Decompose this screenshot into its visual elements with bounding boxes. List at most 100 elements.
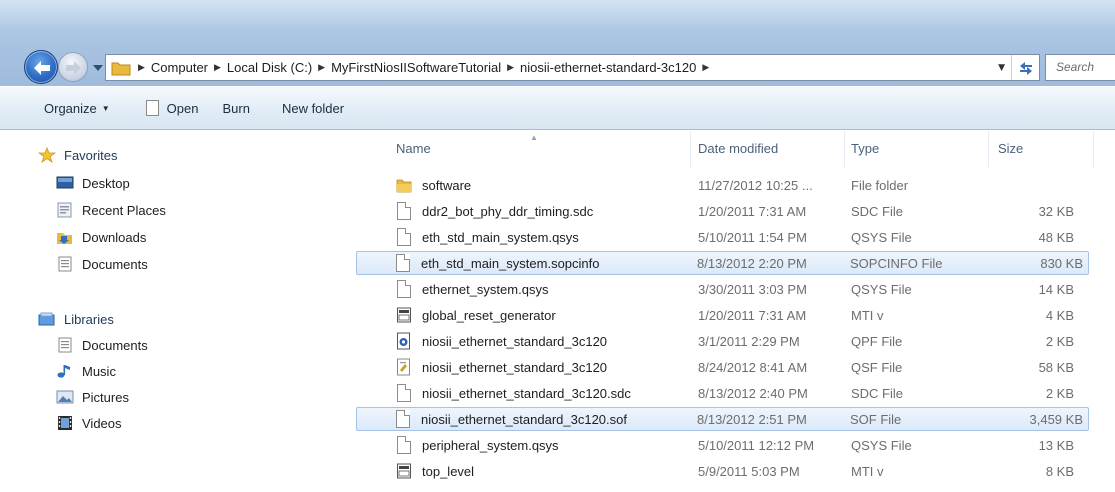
file-name: niosii_ethernet_standard_3c120 [422,359,608,375]
breadcrumb: ▶ Computer ▶ Local Disk (C:) ▶ MyFirstNiosIIS… [132,60,715,75]
file-date: 1/20/2011 7:31 AM [698,307,807,323]
file-icon [396,383,412,403]
sidebar-item-videos[interactable]: Videos [56,415,122,431]
breadcrumb-separator-icon[interactable]: ▶ [214,62,221,73]
breadcrumb-separator-icon[interactable]: ▶ [318,62,325,73]
breadcrumb-separator-icon[interactable]: ▶ [507,62,514,73]
breadcrumb-separator-icon[interactable]: ▶ [138,62,145,73]
file-name: niosii_ethernet_standard_3c120.sdc [422,385,631,401]
file-list: ▲ Name Date modified Type Size software 1… [356,131,1115,492]
organize-button[interactable]: Organize ▼ [38,93,116,123]
file-name-cell: global_reset_generator [396,306,556,325]
file-size: 14 KB [1038,281,1074,297]
sidebar-item-pictures[interactable]: Pictures [56,389,129,405]
file-row[interactable]: niosii_ethernet_standard_3c120 8/24/2012 … [358,355,1115,379]
file-date: 11/27/2012 10:25 ... [698,177,813,193]
qsf-file-icon [396,358,412,377]
column-divider[interactable] [1093,131,1094,167]
file-name: top_level [422,463,475,479]
libraries-group[interactable]: Libraries [38,311,114,327]
file-row[interactable]: niosii_ethernet_standard_3c120.sdc 8/13/2… [358,381,1115,405]
breadcrumb-item[interactable]: niosii-ethernet-standard-3c120 [520,60,696,75]
sidebar-item-desktop[interactable]: Desktop [56,175,130,191]
file-row[interactable]: eth_std_main_system.qsys 5/10/2011 1:54 P… [358,225,1115,249]
file-name: niosii_ethernet_standard_3c120 [422,333,608,349]
qpf-file-icon [396,332,412,351]
file-type: File folder [851,177,909,193]
address-history-icon[interactable]: ▼ [998,63,1005,73]
sidebar-item-recent-places[interactable]: Recent Places [56,202,166,218]
sidebar-item-label: Pictures [82,389,129,405]
file-size: 2 KB [1045,385,1074,401]
file-type: QPF File [851,333,903,349]
column-header-size[interactable]: Size [998,141,1023,156]
forward-button[interactable] [58,52,88,82]
file-row[interactable]: software 11/27/2012 10:25 ... File folder [358,173,1115,197]
column-divider[interactable] [690,131,691,167]
address-bar[interactable]: ▶ Computer ▶ Local Disk (C:) ▶ MyFirstNiosIIS… [105,54,1040,81]
file-name-cell: eth_std_main_system.qsys [396,227,579,247]
file-date: 8/24/2012 8:41 AM [698,359,808,375]
file-name-cell: top_level [396,462,474,481]
file-date: 8/13/2012 2:20 PM [697,255,807,271]
sidebar-item-music[interactable]: Music [56,363,116,379]
navigation-pane: Favorites Desktop Recent Places Download… [0,131,358,492]
file-name-cell: ddr2_bot_phy_ddr_timing.sdc [396,201,593,221]
recent-places-icon [56,202,74,218]
file-type: QSYS File [851,437,912,453]
column-divider[interactable] [844,131,845,167]
file-name: ethernet_system.qsys [422,281,549,297]
chevron-down-icon: ▼ [101,103,110,113]
column-headers: ▲ Name Date modified Type Size [358,131,1115,167]
file-row[interactable]: eth_std_main_system.sopcinfo 8/13/2012 2:… [356,251,1089,275]
file-row[interactable]: peripheral_system.qsys 5/10/2011 12:12 PM… [358,433,1115,457]
file-date: 5/10/2011 1:54 PM [698,229,807,245]
breadcrumb-item[interactable]: MyFirstNiosIISoftwareTutorial [331,60,501,75]
search-input[interactable]: Search [1045,54,1115,81]
file-row[interactable]: niosii_ethernet_standard_3c120 3/1/2011 2… [358,329,1115,353]
file-name: global_reset_generator [422,307,556,323]
open-button[interactable]: Open [140,93,205,123]
file-size: 2 KB [1045,333,1074,349]
file-type: SDC File [851,203,904,219]
file-date: 8/13/2012 2:40 PM [698,385,808,401]
file-row[interactable]: global_reset_generator 1/20/2011 7:31 AM M… [358,303,1115,327]
file-name-cell: ethernet_system.qsys [396,279,549,299]
file-name-cell: niosii_ethernet_standard_3c120 [396,332,607,351]
file-date: 1/20/2011 7:31 AM [698,203,807,219]
sidebar-item-library-documents[interactable]: Documents [56,337,148,353]
file-row[interactable]: ethernet_system.qsys 3/30/2011 3:03 PM QSY… [358,277,1115,301]
recent-pages-dropdown[interactable] [92,62,104,72]
file-name-cell: niosii_ethernet_standard_3c120 [396,358,607,377]
sidebar-item-label: Documents [82,256,148,272]
file-type: MTI v [851,463,884,479]
breadcrumb-separator-icon[interactable]: ▶ [702,62,709,73]
file-type: SDC File [851,385,904,401]
back-arrow-icon [34,61,50,75]
sidebar-item-documents[interactable]: Documents [56,256,148,272]
burn-label: Burn [222,100,250,116]
file-row[interactable]: ddr2_bot_phy_ddr_timing.sdc 1/20/2011 7:3… [358,199,1115,223]
new-folder-button[interactable]: New folder [276,93,350,123]
column-header-type[interactable]: Type [851,141,879,156]
favorites-group[interactable]: Favorites [37,146,117,164]
column-divider[interactable] [988,131,989,167]
file-type: QSYS File [851,229,912,245]
refresh-button[interactable] [1011,55,1039,80]
back-button[interactable] [24,50,58,84]
sort-ascending-icon: ▲ [530,133,538,142]
file-row[interactable]: top_level 5/9/2011 5:03 PM MTI v 8 KB [358,459,1115,483]
breadcrumb-item[interactable]: Local Disk (C:) [227,60,312,75]
file-type: SOF File [850,411,902,427]
documents-icon [56,256,74,272]
file-row[interactable]: niosii_ethernet_standard_3c120.sof 8/13/2… [356,407,1089,431]
file-icon [396,279,412,299]
sidebar-item-label: Recent Places [82,202,166,218]
breadcrumb-item[interactable]: Computer [151,60,208,75]
column-header-date[interactable]: Date modified [698,141,778,156]
folder-icon [396,176,412,195]
sidebar-item-downloads[interactable]: Downloads [56,229,146,245]
burn-button[interactable]: Burn [216,93,255,123]
column-header-name[interactable]: Name [396,141,431,156]
mti-file-icon [396,462,412,481]
